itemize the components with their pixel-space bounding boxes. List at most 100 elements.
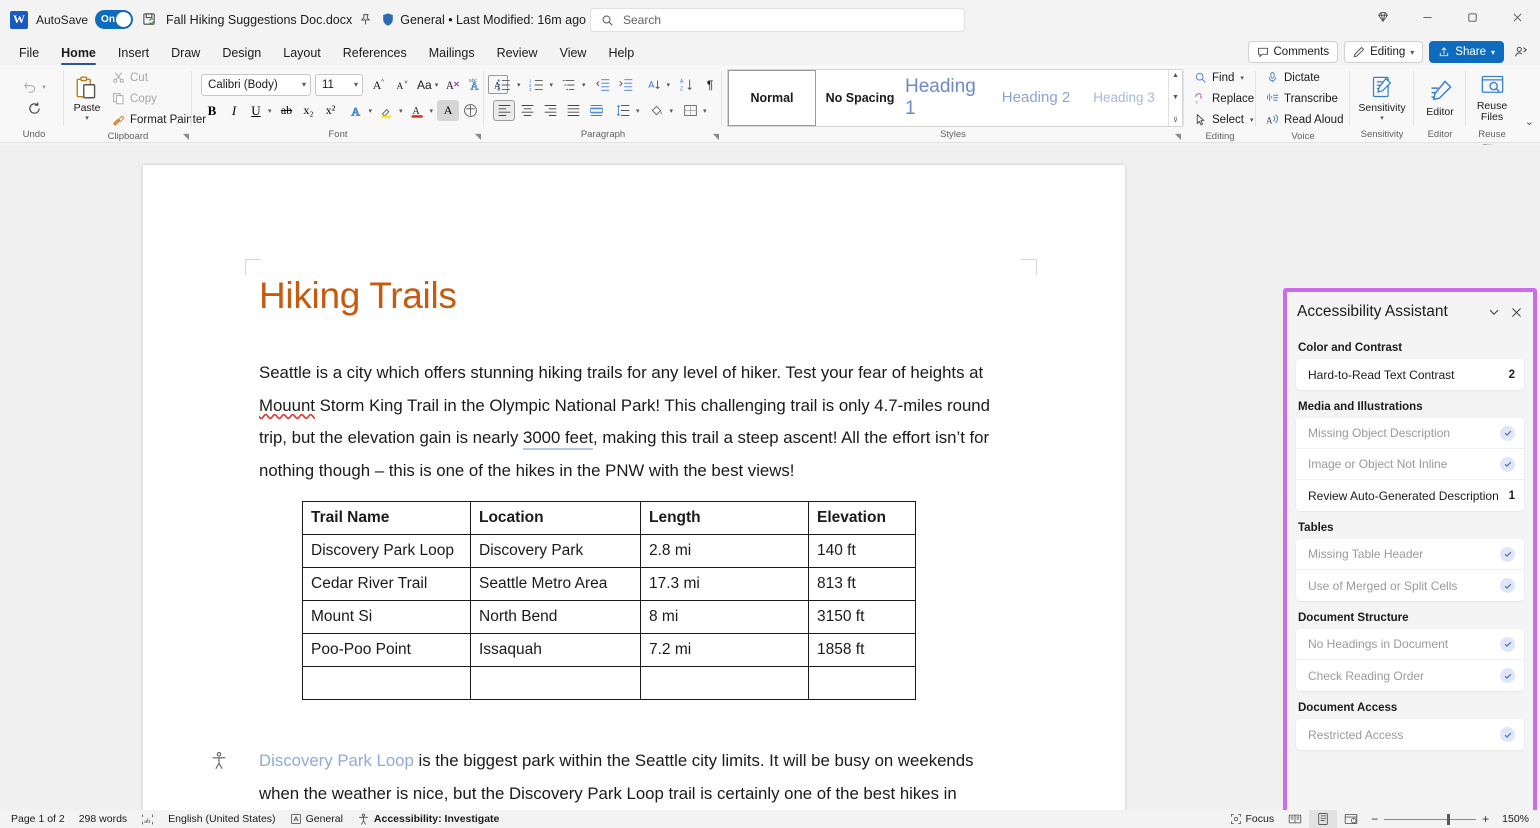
superscript-button[interactable]: x² bbox=[320, 100, 342, 121]
sensitivity-button[interactable]: Sensitivity ▾ bbox=[1355, 72, 1409, 124]
document-canvas[interactable]: Hiking Trails Seattle is a city which of… bbox=[0, 145, 1540, 810]
status-proofing-icon[interactable]: ab bbox=[134, 810, 161, 828]
table-cell[interactable]: 17.3 mi bbox=[641, 568, 809, 601]
table-cell[interactable] bbox=[471, 667, 641, 700]
editor-button[interactable]: Editor bbox=[1420, 76, 1459, 120]
strikethrough-button[interactable]: ab bbox=[276, 100, 298, 121]
style-normal[interactable]: Normal bbox=[728, 70, 816, 126]
text-effects-gallery-button[interactable]: A bbox=[346, 100, 368, 121]
flagged-text-3000-feet[interactable]: 3000 feet bbox=[523, 428, 593, 450]
tab-design[interactable]: Design bbox=[211, 43, 272, 65]
table-cell[interactable]: 813 ft bbox=[809, 568, 916, 601]
table-cell[interactable] bbox=[641, 667, 809, 700]
text-highlight-color-button[interactable] bbox=[376, 100, 398, 121]
chevron-down-icon[interactable]: ▾ bbox=[369, 107, 373, 115]
font-size-select[interactable]: 11 ▾ bbox=[315, 74, 363, 96]
chevron-down-icon[interactable]: ▾ bbox=[582, 81, 586, 89]
paragraph-intro[interactable]: Seattle is a city which offers stunning … bbox=[259, 357, 1011, 487]
align-right-button[interactable] bbox=[539, 100, 561, 121]
clear-formatting-button[interactable]: A bbox=[442, 74, 464, 95]
scroll-down-icon[interactable]: ▼ bbox=[1172, 94, 1179, 101]
issue-row-no-headings-in-document[interactable]: No Headings in Document bbox=[1296, 629, 1524, 660]
table-cell[interactable]: Seattle Metro Area bbox=[471, 568, 641, 601]
style-heading-2[interactable]: Heading 2 bbox=[992, 70, 1080, 126]
grow-font-button[interactable]: A^ bbox=[368, 74, 390, 95]
styles-more-icon[interactable]: ⊽ bbox=[1173, 116, 1178, 124]
table-row[interactable]: Cedar River Trail Seattle Metro Area 17.… bbox=[303, 568, 916, 601]
status-page-number[interactable]: Page 1 of 2 bbox=[4, 810, 72, 828]
maximize-button[interactable] bbox=[1450, 0, 1495, 34]
table-cell[interactable]: North Bend bbox=[471, 601, 641, 634]
tab-file[interactable]: File bbox=[8, 43, 50, 65]
underline-button[interactable]: U bbox=[245, 100, 267, 121]
increase-indent-button[interactable] bbox=[615, 74, 637, 95]
zoom-slider[interactable]: − + bbox=[1365, 812, 1495, 826]
document-page[interactable]: Hiking Trails Seattle is a city which of… bbox=[143, 165, 1125, 810]
table-cell[interactable]: 3150 ft bbox=[809, 601, 916, 634]
font-dialog-launcher[interactable]: ◥ bbox=[475, 132, 481, 141]
table-cell[interactable]: Discovery Park bbox=[471, 535, 641, 568]
clipboard-dialog-launcher[interactable]: ◥ bbox=[183, 132, 189, 141]
style-no-spacing[interactable]: No Spacing bbox=[816, 70, 904, 126]
document-heading[interactable]: Hiking Trails bbox=[259, 275, 457, 317]
share-people-icon[interactable] bbox=[1510, 41, 1532, 63]
save-sync-icon[interactable] bbox=[142, 12, 157, 27]
status-sensitivity[interactable]: General bbox=[283, 810, 350, 828]
paragraph-dialog-launcher[interactable]: ◥ bbox=[713, 132, 719, 141]
borders-button[interactable] bbox=[679, 100, 701, 121]
sort-button[interactable] bbox=[643, 74, 665, 95]
chevron-down-icon[interactable]: ▾ bbox=[703, 107, 707, 115]
decrease-indent-button[interactable] bbox=[592, 74, 614, 95]
find-button[interactable]: Find ▾ bbox=[1189, 67, 1259, 88]
autosave-toggle[interactable]: On bbox=[95, 10, 133, 29]
misspelled-word[interactable]: Mouunt bbox=[259, 396, 315, 415]
tab-review[interactable]: Review bbox=[486, 43, 549, 65]
table-cell[interactable]: Mount Si bbox=[303, 601, 471, 634]
line-spacing-button[interactable] bbox=[612, 100, 634, 121]
undo-button[interactable]: ▾ bbox=[19, 76, 49, 97]
replace-button[interactable]: bc Replace bbox=[1189, 88, 1259, 109]
chevron-down-icon[interactable]: ▾ bbox=[667, 81, 671, 89]
issue-row-review-auto-generated-description[interactable]: Review Auto-Generated Description 1 bbox=[1296, 480, 1524, 511]
issue-row-image-or-object-not-inline[interactable]: Image or Object Not Inline bbox=[1296, 449, 1524, 480]
zoom-track[interactable] bbox=[1384, 819, 1476, 820]
status-language[interactable]: English (United States) bbox=[161, 810, 282, 828]
chevron-down-icon[interactable]: ▾ bbox=[517, 81, 521, 89]
align-left-button[interactable] bbox=[493, 100, 515, 121]
issue-row-use-of-merged-or-split-cells[interactable]: Use of Merged or Split Cells bbox=[1296, 570, 1524, 601]
scroll-up-icon[interactable]: ▲ bbox=[1172, 72, 1179, 79]
align-center-button[interactable] bbox=[516, 100, 538, 121]
styles-dialog-launcher[interactable]: ◥ bbox=[1175, 132, 1181, 141]
collapse-ribbon-button[interactable]: ⌄ bbox=[1525, 115, 1534, 128]
shrink-font-button[interactable]: A˅ bbox=[391, 74, 413, 95]
redo-button[interactable] bbox=[23, 98, 45, 119]
zoom-level[interactable]: 150% bbox=[1495, 810, 1536, 828]
chevron-down-icon[interactable]: ▾ bbox=[550, 81, 554, 89]
line-spacing-grid-button[interactable] bbox=[585, 100, 607, 121]
read-mode-view-button[interactable] bbox=[1281, 810, 1309, 828]
bold-button[interactable]: B bbox=[201, 100, 223, 121]
status-word-count[interactable]: 298 words bbox=[72, 810, 134, 828]
comments-button[interactable]: Comments bbox=[1248, 41, 1339, 63]
issue-row-hard-to-read-text-contrast[interactable]: Hard-to-Read Text Contrast 2 bbox=[1296, 359, 1524, 390]
status-accessibility[interactable]: Accessibility: Investigate bbox=[350, 810, 506, 828]
paste-button[interactable]: Paste ▾ bbox=[69, 73, 105, 124]
chevron-down-icon[interactable]: ▾ bbox=[670, 107, 674, 115]
issue-row-missing-table-header[interactable]: Missing Table Header bbox=[1296, 539, 1524, 570]
table-cell[interactable] bbox=[303, 667, 471, 700]
table-cell[interactable]: 140 ft bbox=[809, 535, 916, 568]
dictate-button[interactable]: Dictate bbox=[1261, 67, 1348, 88]
zoom-in-button[interactable]: + bbox=[1482, 812, 1489, 826]
editing-mode-button[interactable]: Editing ▾ bbox=[1344, 41, 1423, 63]
tab-home[interactable]: Home bbox=[50, 43, 107, 65]
font-family-select[interactable]: Calibri (Body) ▾ bbox=[201, 74, 311, 96]
accessibility-margin-icon[interactable] bbox=[209, 751, 229, 771]
font-color-button[interactable]: A bbox=[407, 100, 429, 121]
table-row[interactable]: Mount Si North Bend 8 mi 3150 ft bbox=[303, 601, 916, 634]
chevron-down-icon[interactable]: ▾ bbox=[636, 107, 640, 115]
sort-az-button[interactable]: AZ bbox=[676, 74, 698, 95]
panel-collapse-button[interactable] bbox=[1483, 301, 1505, 323]
style-heading-1[interactable]: Heading 1 bbox=[904, 70, 992, 126]
zoom-handle[interactable] bbox=[1447, 814, 1450, 825]
subscript-button[interactable]: x₂ bbox=[298, 100, 320, 121]
